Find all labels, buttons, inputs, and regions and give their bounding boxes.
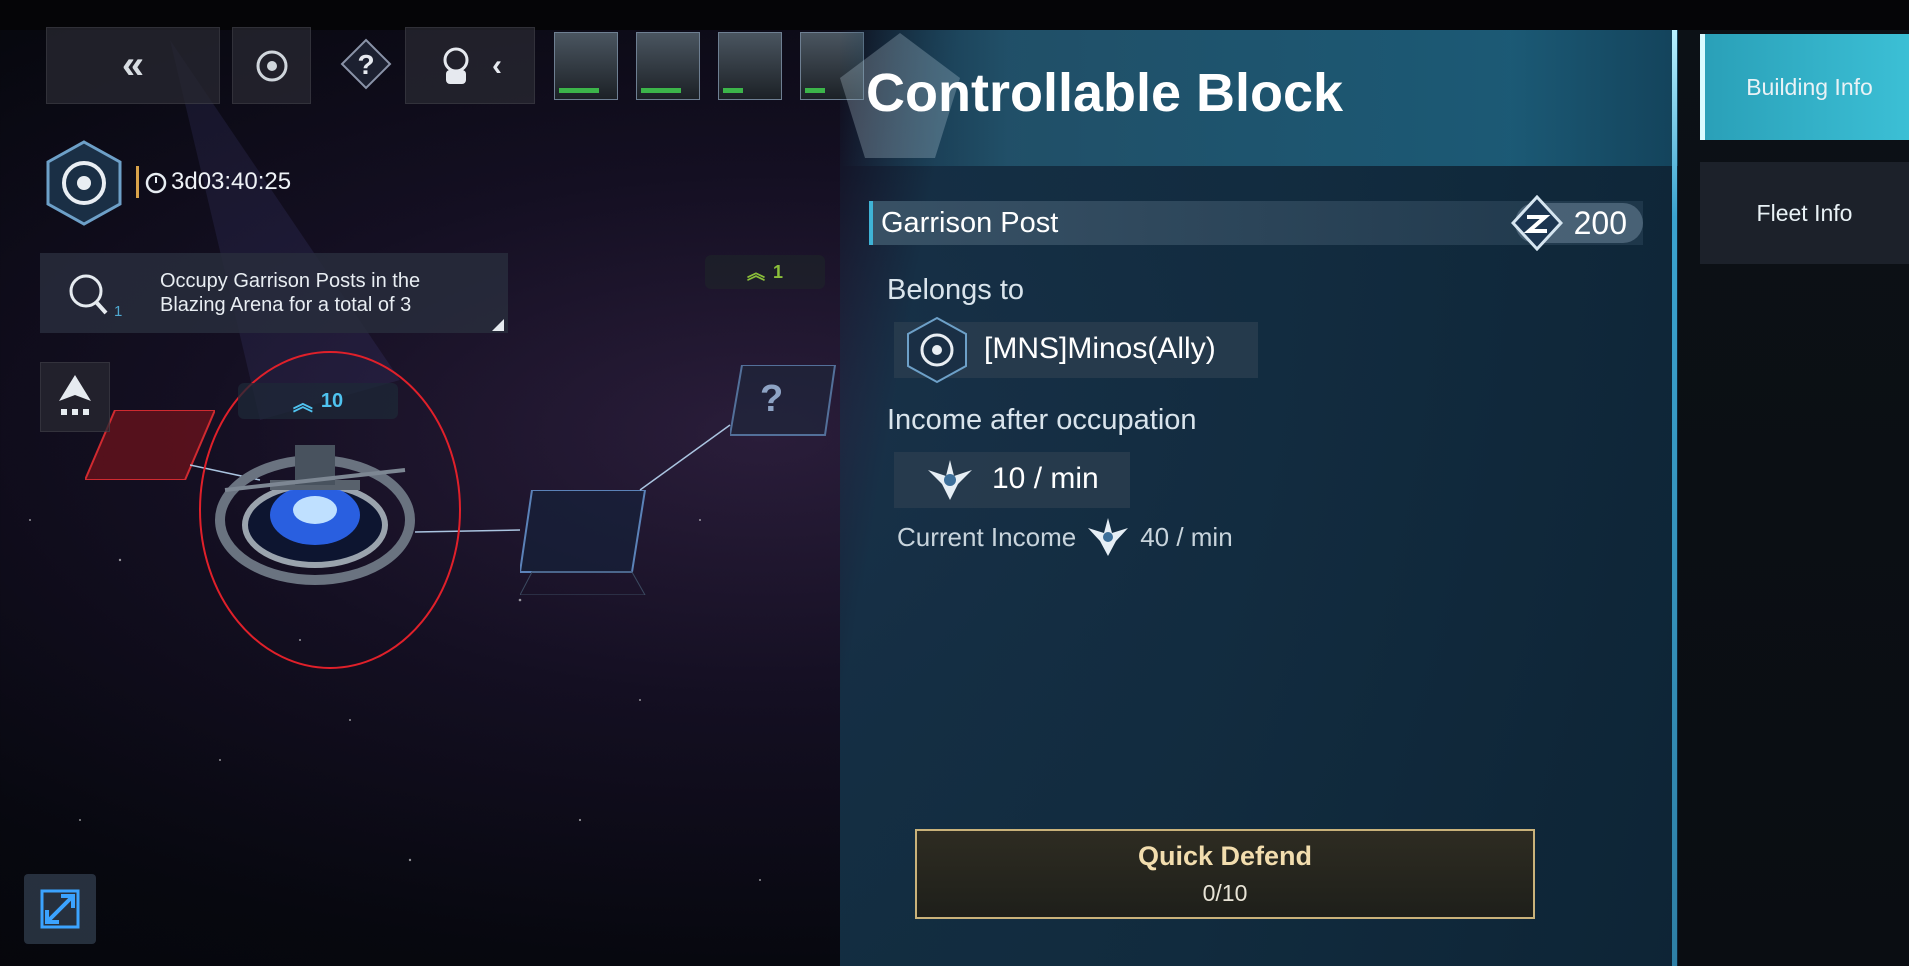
quest-text: Occupy Garrison Posts in the Blazing Are…: [160, 270, 421, 316]
tab-fleet-info[interactable]: Fleet Info: [1700, 162, 1909, 264]
quest-tracker[interactable]: 1 Occupy Garrison Posts in the Blazing A…: [40, 253, 508, 333]
svg-text:?: ?: [357, 49, 374, 80]
node-level-badge-main: ︽ 10: [238, 383, 398, 419]
income-label: Income after occupation: [887, 404, 1197, 436]
fullscreen-button[interactable]: [24, 874, 96, 944]
chevron-left-icon: ‹: [492, 48, 502, 82]
panel-edge: [1672, 30, 1677, 966]
question-icon: ?: [340, 38, 392, 90]
belongs-label: Belongs to: [887, 274, 1025, 306]
back-button[interactable]: «: [46, 27, 220, 104]
target-icon: [256, 50, 287, 81]
income-chip: 10 / min: [894, 452, 1130, 508]
help-button[interactable]: ?: [340, 38, 392, 90]
expand-arrows-icon: [40, 889, 80, 929]
health-bar: [805, 88, 825, 93]
power-rank-icon: [1511, 195, 1563, 251]
alliance-emblem-icon: [46, 140, 122, 226]
commander-portrait-1[interactable]: [554, 32, 618, 100]
search-icon: [69, 274, 108, 315]
quick-defend-button[interactable]: Quick Defend 0/10: [915, 829, 1535, 919]
commander-portrait-2[interactable]: [636, 32, 700, 100]
team-panel-toggle[interactable]: ‹: [405, 27, 535, 104]
tab-building-info[interactable]: Building Info: [1700, 34, 1909, 140]
locate-button[interactable]: [232, 27, 311, 104]
double-chevron-left-icon: «: [121, 43, 145, 87]
alliance-emblem[interactable]: [44, 140, 124, 226]
commander-portrait-3[interactable]: [718, 32, 782, 100]
building-name-row: Garrison Post 200: [869, 195, 1643, 251]
winged-emblem-icon: [1088, 518, 1129, 556]
ship-icon: [59, 375, 91, 415]
health-bar: [641, 88, 681, 93]
winged-emblem-icon: [928, 460, 972, 500]
current-income-row: Current Income 40 / min: [897, 518, 1233, 556]
top-strip: [0, 0, 1909, 30]
panel-title: Controllable Block: [866, 63, 1344, 123]
node-level-badge-small: ︽ 1: [705, 255, 825, 289]
rank-chevron-icon: ︽: [746, 263, 765, 283]
income-value: 10 / min: [992, 462, 1099, 495]
building-name: Garrison Post: [881, 207, 1059, 239]
quick-defend-count: 0/10: [1202, 880, 1248, 906]
fleet-launch-button[interactable]: [40, 362, 110, 432]
health-bar: [559, 88, 599, 93]
quest-icon-area: 1: [40, 253, 136, 333]
owner-chip[interactable]: [MNS]Minos(Ally): [894, 316, 1258, 384]
rank-chevron-icon: ︽: [292, 392, 313, 415]
owner-name: [MNS]Minos(Ally): [984, 332, 1216, 365]
expand-corner-icon: [492, 319, 504, 331]
unknown-node-label: ?: [760, 378, 784, 420]
alliance-emblem-icon: [907, 316, 967, 384]
health-bar: [723, 88, 743, 93]
astronaut-icon: [443, 47, 469, 84]
stopwatch-icon: [145, 172, 167, 194]
alliance-timer: 3d03:40:25: [136, 166, 291, 198]
